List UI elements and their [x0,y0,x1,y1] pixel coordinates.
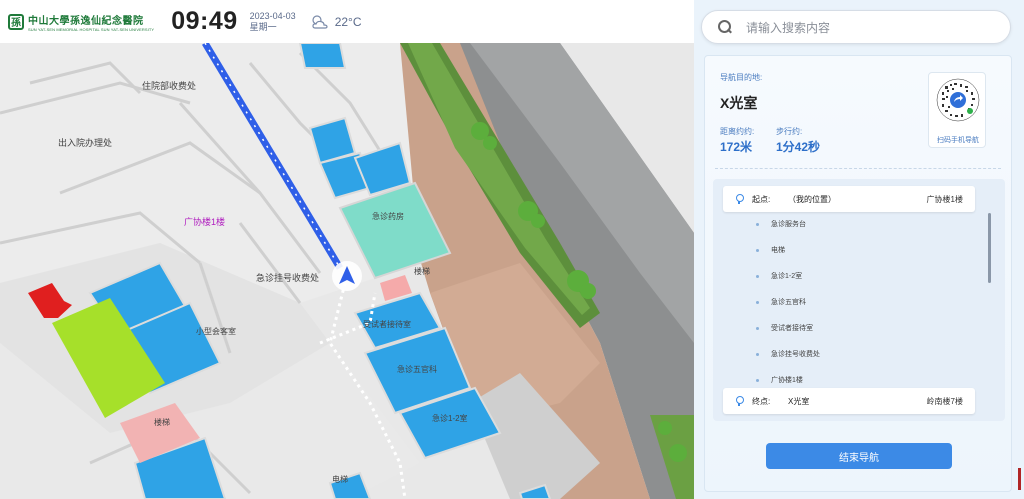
navigation-card: 导航目的地: X光室 距离约约: 172米 步行约: 1分42秒 扫码手机导航 … [704,55,1012,492]
hospital-emblem-icon: 孫 [8,13,24,30]
hospital-name: 中山大學孫逸仙紀念醫院 [28,15,144,27]
route-list[interactable]: 起点: （我的位置） 广协楼1楼 急诊服务台 电梯 急诊1-2室 急诊五官科 受… [713,179,1005,421]
route-step: 急诊服务台 [756,221,806,228]
map-label-er-ent[interactable]: 急诊五官科 [397,364,437,375]
search-icon [718,20,732,34]
route-end-row: 终点: X光室 岭南楼7楼 [723,388,975,414]
location-pin-icon [735,396,744,406]
hospital-name-en: SUN YAT-SEN MEMORIAL HOSPITAL SUN YAT-SE… [28,26,155,32]
route-step: 受试者接待室 [756,325,813,332]
qr-code-icon [936,78,980,122]
map-label-reception-room[interactable]: 受试者接待室 [363,319,411,330]
start-value: （我的位置） [788,194,836,204]
clock-time: 09:49 [171,7,238,35]
navigation-arrow-icon [332,261,362,291]
distance-label: 距离约约: [720,127,755,136]
end-value: X光室 [788,396,810,406]
partly-cloudy-icon [312,14,328,29]
end-navigation-button[interactable]: 结束导航 [766,443,952,469]
end-key: 终点: [752,396,771,406]
date-text: 2023-04-03 [249,10,296,21]
location-pin-icon [735,194,744,204]
edge-marker [1018,468,1021,490]
qr-caption: 扫码手机导航 [937,137,979,144]
weekday-text: 星期一 [249,21,277,32]
map-label-small-lounge[interactable]: 小型会客室 [196,326,236,337]
route-step: 急诊挂号收费处 [756,351,820,358]
route-start-row: 起点: （我的位置） 广协楼1楼 [723,186,975,212]
hospital-logo: 孫 中山大學孫逸仙紀念醫院 SUN YAT-SEN MEMORIAL HOSPI… [8,12,154,32]
top-bar: 孫 中山大學孫逸仙紀念醫院 SUN YAT-SEN MEMORIAL HOSPI… [0,0,694,43]
walk-time-value: 1分42秒 [776,140,821,154]
route-step: 广协楼1楼 [756,377,803,384]
indoor-map[interactable]: 住院部收费处 出入院办理处 广协楼1楼 急诊药房 急诊挂号收费处 楼梯 小型会客… [0,43,694,499]
start-key: 起点: [752,194,771,204]
destination-name: X光室 [720,95,758,111]
map-label-er-pharmacy[interactable]: 急诊药房 [372,211,404,222]
map-label-inpatient-cashier[interactable]: 住院部收费处 [142,79,196,92]
distance-value: 172米 [720,140,753,154]
map-label-elevator[interactable]: 电梯 [332,474,348,485]
search-box[interactable]: 请输入搜索内容 [701,10,1011,44]
map-label-er-registration[interactable]: 急诊挂号收费处 [256,271,319,284]
qr-code-card[interactable]: 扫码手机导航 [928,72,986,148]
route-scrollbar[interactable] [988,213,991,283]
destination-label: 导航目的地: [720,73,763,82]
map-label-er-room[interactable]: 急诊1-2室 [432,413,468,424]
map-label-admission-office[interactable]: 出入院办理处 [58,136,112,149]
walk-time-label: 步行约: [776,127,803,136]
end-building: 岭南楼7楼 [926,396,963,406]
start-building: 广协楼1楼 [926,194,963,204]
route-step: 电梯 [756,247,785,254]
map-label-building-floor: 广协楼1楼 [184,217,226,227]
route-step: 急诊五官科 [756,299,806,306]
card-divider [715,168,1001,169]
map-label-stairs[interactable]: 楼梯 [414,266,430,277]
navigation-panel: 请输入搜索内容 导航目的地: X光室 距离约约: 172米 步行约: 1分42秒 [694,0,1024,499]
search-input[interactable]: 请输入搜索内容 [746,19,830,36]
map-label-stairs-2[interactable]: 楼梯 [154,417,170,428]
route-step: 急诊1-2室 [755,273,803,280]
temperature-text: 22°C [334,14,362,29]
